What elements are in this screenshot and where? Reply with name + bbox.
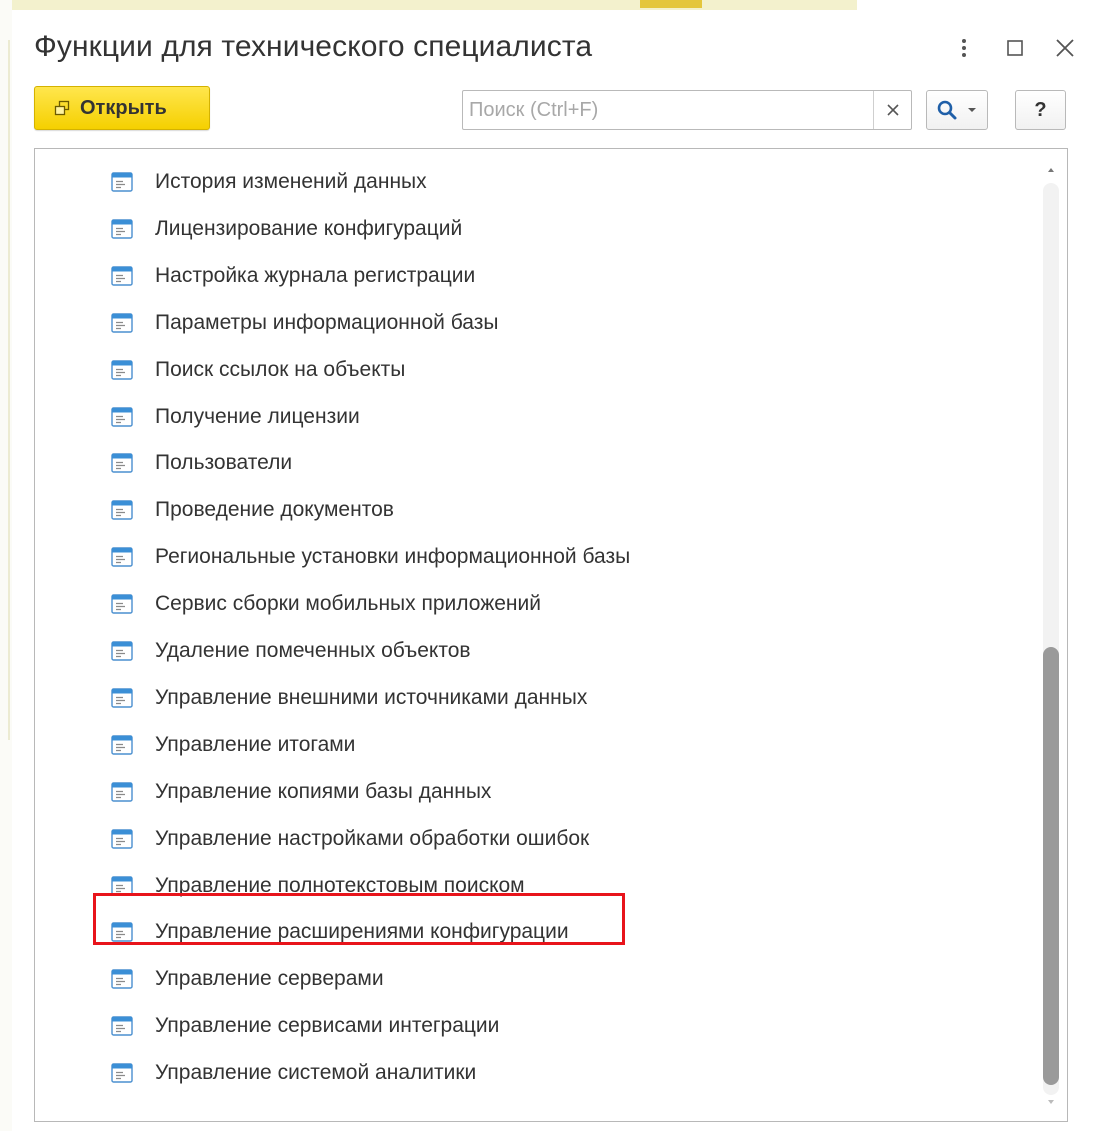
maximize-icon (1007, 40, 1023, 56)
list-item[interactable]: Региональные установки информационной ба… (35, 536, 1015, 578)
list-item[interactable]: Управление сервисами интеграции (35, 1005, 1015, 1047)
maximize-button[interactable] (997, 30, 1033, 66)
list-item[interactable]: Получение лицензии (35, 396, 1015, 438)
list-item-label: Управление итогами (155, 732, 356, 756)
background-left-line (8, 40, 10, 740)
list-item[interactable]: История изменений данных (35, 161, 1015, 203)
open-button-label: Открыть (80, 96, 167, 119)
search-box (462, 90, 912, 130)
list-item[interactable]: Проведение документов (35, 489, 1015, 531)
list-item[interactable]: Управление серверами (35, 958, 1015, 1000)
list-item[interactable]: Управление итогами (35, 724, 1015, 766)
list-item[interactable]: Управление системой аналитики (35, 1052, 1015, 1094)
list-item[interactable]: Управление внешними источниками данных (35, 677, 1015, 719)
form-icon (111, 594, 133, 614)
dialog-window: Функции для технического специалиста Отк… (12, 10, 1098, 1131)
highlight-frame (93, 893, 625, 945)
clear-icon (886, 104, 899, 116)
search-clear-button[interactable] (873, 91, 911, 129)
form-icon (111, 266, 133, 286)
form-icon (111, 500, 133, 520)
list-item[interactable]: Поиск ссылок на объекты (35, 349, 1015, 391)
chevron-down-icon (968, 108, 976, 112)
list-item-label: Управление серверами (155, 967, 384, 991)
list-item-label: Лицензирование конфигураций (155, 216, 463, 240)
list-item-label: Управление системой аналитики (155, 1061, 477, 1085)
window-title: Функции для технического специалиста (34, 30, 593, 63)
list-item-label: Пользователи (155, 451, 293, 475)
list-item[interactable]: Сервис сборки мобильных приложений (35, 583, 1015, 625)
open-button[interactable]: Открыть (34, 86, 210, 130)
form-icon (111, 453, 133, 474)
form-icon (111, 547, 133, 567)
form-icon (111, 1016, 133, 1036)
list-item[interactable]: Пользователи (35, 442, 1015, 484)
form-icon (111, 219, 133, 239)
list-item[interactable]: Настройка журнала регистрации (35, 255, 1015, 297)
form-icon (111, 969, 133, 989)
background-left-strip (0, 0, 12, 1131)
vertical-scrollbar[interactable] (1042, 163, 1060, 1107)
list-item-label: Удаление помеченных объектов (155, 639, 471, 662)
list-item-label: Проведение документов (155, 498, 394, 522)
form-icon (111, 1063, 133, 1083)
list-item-label: История изменений данных (155, 170, 427, 193)
list-item-label: Управление копиями базы данных (155, 779, 492, 803)
search-icon (937, 100, 957, 120)
form-icon (111, 688, 133, 708)
form-icon (111, 641, 133, 661)
form-icon (111, 735, 133, 755)
list-item-label: Параметры информационной базы (155, 310, 499, 334)
form-icon (111, 312, 133, 333)
form-icon (111, 828, 133, 849)
form-icon (111, 781, 133, 802)
scrollbar-thumb[interactable] (1043, 647, 1059, 1085)
list-item-label: Настройка журнала регистрации (155, 263, 476, 287)
list-item-label: Управление внешними источниками данных (155, 685, 588, 709)
form-icon (111, 406, 133, 427)
scroll-up-icon[interactable] (1046, 165, 1056, 175)
open-window-icon (54, 100, 70, 116)
search-input[interactable] (463, 91, 873, 129)
list-item[interactable]: Управление настройками обработки ошибок (35, 818, 1015, 860)
list-item[interactable]: Параметры информационной базы (35, 302, 1015, 344)
scroll-down-icon[interactable] (1046, 1097, 1056, 1107)
list-item-label: Региональные установки информационной ба… (155, 545, 631, 569)
close-button[interactable] (1047, 30, 1083, 66)
form-icon (111, 359, 133, 380)
more-vertical-icon (962, 39, 966, 57)
form-icon (111, 172, 133, 192)
background-top-accent (640, 0, 702, 8)
background-top-strip (12, 0, 857, 10)
list-item-label: Поиск ссылок на объекты (155, 357, 406, 381)
list-item[interactable]: Удаление помеченных объектов (35, 630, 1015, 672)
search-button[interactable] (926, 90, 988, 130)
list-item-label: Управление сервисами интеграции (155, 1014, 500, 1038)
close-icon (1056, 39, 1074, 57)
list-item-label: Управление настройками обработки ошибок (155, 826, 590, 850)
list-item[interactable]: Управление копиями базы данных (35, 771, 1015, 813)
help-button[interactable]: ? (1015, 90, 1066, 130)
list-item-label: Сервис сборки мобильных приложений (155, 592, 541, 616)
list-item[interactable]: Лицензирование конфигураций (35, 208, 1015, 250)
more-actions-button[interactable] (946, 30, 982, 66)
list-item-label: Получение лицензии (155, 404, 360, 428)
functions-list: История изменений данных Лицензирование к… (34, 148, 1068, 1122)
